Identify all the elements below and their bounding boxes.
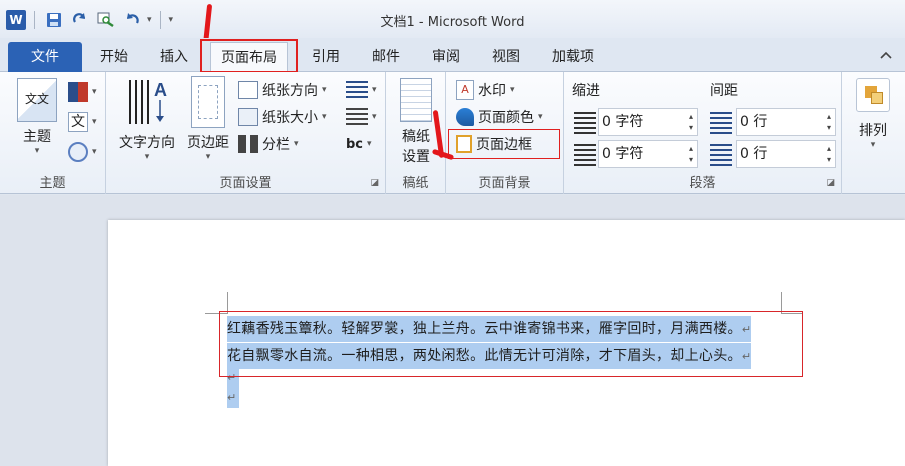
orientation-button[interactable]: 纸张方向 ▾ (238, 78, 327, 102)
group-themes: 文文 主题 ▾ ▾ 文 ▾ ▾ 主题 (0, 72, 106, 194)
svg-text:A: A (154, 80, 167, 100)
theme-colors-icon (68, 82, 88, 102)
indent-left-input[interactable]: 0 字符 ▴ ▾ (598, 108, 698, 136)
theme-colors-button[interactable]: ▾ (68, 80, 97, 104)
spacing-before-spinner-icon[interactable]: ▴ ▾ (827, 111, 831, 133)
annotation-box-text (219, 311, 803, 377)
tab-addins[interactable]: 加载项 (542, 42, 604, 72)
group-label-page-setup: 页面设置 (219, 176, 272, 191)
line-numbers-button[interactable]: ▾ (346, 105, 377, 129)
annotation-box-page-borders (448, 129, 560, 159)
indent-label: 缩进 (572, 83, 600, 99)
indent-right-icon (574, 144, 596, 166)
watermark-button[interactable]: A 水印 ▾ (456, 78, 515, 102)
margins-dropdown-icon: ▾ (205, 152, 211, 162)
group-label-themes: 主题 (39, 176, 66, 191)
margins-label: 页边距 (187, 135, 229, 151)
breaks-icon (346, 81, 368, 99)
columns-icon (238, 135, 258, 153)
page-color-icon (456, 108, 474, 126)
spacing-before-input[interactable]: 0 行 ▴ ▾ (736, 108, 836, 136)
tab-insert[interactable]: 插入 (150, 42, 198, 72)
group-arrange: 排列 ▾ (842, 72, 905, 194)
tab-references[interactable]: 引用 (302, 42, 350, 72)
window-title: 文档1 - Microsoft Word (380, 15, 525, 30)
orientation-icon (238, 81, 258, 99)
columns-label: 分栏 (262, 137, 290, 153)
ribbon: 文文 主题 ▾ ▾ 文 ▾ ▾ 主题 A 文字方向 ▾ 页边距 ▾ 纸张方向 ▾… (0, 72, 905, 194)
arrange-button[interactable]: 排列 ▾ (848, 78, 898, 150)
indent-left-icon (574, 112, 596, 134)
document-empty-line-2[interactable]: ↵ (227, 388, 239, 408)
paragraph-launcher-icon[interactable]: ◪ (826, 178, 835, 188)
themes-dropdown-icon: ▾ (34, 146, 40, 156)
minimize-ribbon-icon[interactable] (880, 49, 892, 63)
arrange-icon (856, 78, 890, 112)
draft-paper-icon (400, 78, 432, 122)
spacing-before-icon (710, 112, 732, 134)
breaks-button[interactable]: ▾ (346, 78, 377, 102)
indent-right-input[interactable]: 0 字符 ▴ ▾ (598, 140, 698, 168)
theme-effects-icon (68, 142, 88, 162)
hyphenation-icon: bc (346, 136, 364, 152)
annotation-box-tab (200, 39, 298, 73)
margins-button[interactable]: 页边距 ▾ (180, 76, 236, 162)
hyphenation-button[interactable]: bc ▾ (346, 132, 372, 156)
line-numbers-icon (346, 108, 368, 126)
indent-left-spinner-icon[interactable]: ▴ ▾ (689, 111, 693, 133)
theme-fonts-icon: 文 (68, 112, 88, 132)
spacing-after-icon (710, 144, 732, 166)
spacing-after-input[interactable]: 0 行 ▴ ▾ (736, 140, 836, 168)
size-button[interactable]: 纸张大小 ▾ (238, 105, 327, 129)
text-direction-icon: A (124, 76, 170, 128)
page-setup-launcher-icon[interactable]: ◪ (370, 178, 379, 188)
size-icon (238, 108, 258, 126)
group-paragraph: 缩进 0 字符 ▴ ▾ 0 字符 ▴ ▾ 间距 0 行 ▴ ▾ 0 行 ▴ ▾ 段落 ◪ (564, 72, 842, 194)
margins-icon (191, 76, 225, 128)
themes-icon: 文文 (17, 78, 57, 122)
text-direction-dropdown-icon: ▾ (144, 152, 150, 162)
text-direction-button[interactable]: A 文字方向 ▾ (112, 76, 182, 162)
tab-file[interactable]: 文件 (8, 42, 82, 72)
page-color-label: 页面颜色 (478, 110, 534, 126)
tab-view[interactable]: 视图 (482, 42, 530, 72)
group-label-draft: 稿纸 (402, 176, 429, 191)
text-direction-label: 文字方向 (119, 135, 175, 151)
theme-fonts-button[interactable]: 文 ▾ (68, 110, 97, 134)
tab-review[interactable]: 审阅 (422, 42, 470, 72)
tab-mailings[interactable]: 邮件 (362, 42, 410, 72)
group-page-setup: A 文字方向 ▾ 页边距 ▾ 纸张方向 ▾ 纸张大小 ▾ 分栏 ▾ ▾ ▾ bc ▾ (106, 72, 386, 194)
tab-home[interactable]: 开始 (90, 42, 138, 72)
themes-button-label: 主题 (23, 129, 51, 145)
group-label-paragraph: 段落 (689, 176, 716, 191)
arrange-label: 排列 (859, 123, 887, 139)
themes-button[interactable]: 文文 主题 ▾ (12, 78, 62, 156)
orientation-label: 纸张方向 (262, 83, 318, 99)
ribbon-tabs: 文件 开始 插入 页面布局 引用 邮件 审阅 视图 加载项 (0, 38, 905, 72)
spacing-after-spinner-icon[interactable]: ▴ ▾ (827, 143, 831, 165)
columns-button[interactable]: 分栏 ▾ (238, 132, 299, 156)
arrange-dropdown-icon: ▾ (870, 140, 876, 150)
draft-settings-label-1: 稿纸 (402, 129, 430, 145)
watermark-icon: A (456, 80, 474, 100)
page-color-button[interactable]: 页面颜色 ▾ (456, 105, 543, 129)
spacing-label: 间距 (710, 83, 738, 99)
title-bar: W ▾ ▾ 文档1 - Microsoft Word (0, 0, 905, 38)
indent-right-spinner-icon[interactable]: ▴ ▾ (689, 143, 693, 165)
theme-effects-button[interactable]: ▾ (68, 140, 97, 164)
group-label-page-background: 页面背景 (478, 176, 531, 191)
watermark-label: 水印 (478, 83, 506, 99)
size-label: 纸张大小 (262, 110, 318, 126)
